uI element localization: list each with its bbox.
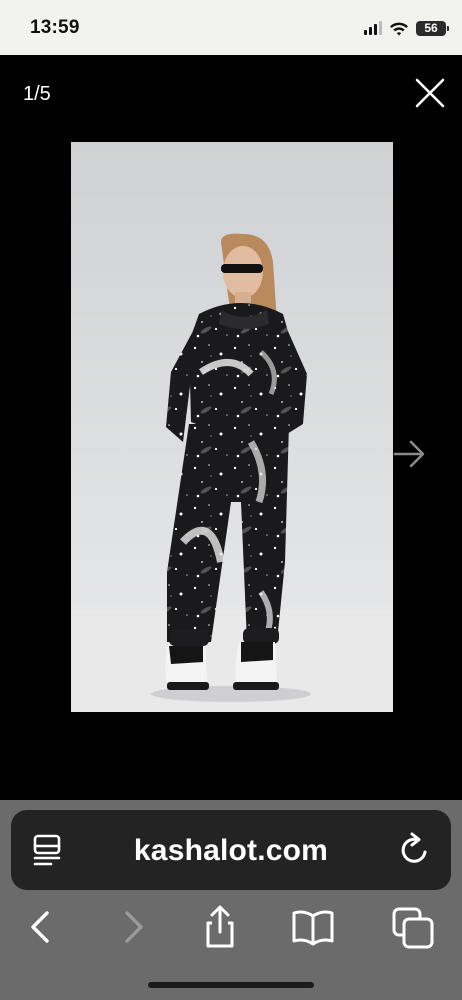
browser-toolbar bbox=[0, 900, 462, 952]
url-text[interactable]: kashalot.com bbox=[71, 834, 391, 868]
status-icons: 56 bbox=[364, 18, 449, 38]
product-photo[interactable] bbox=[71, 142, 393, 712]
image-counter: 1/5 bbox=[23, 83, 51, 105]
page-menu-icon[interactable] bbox=[29, 832, 65, 868]
arrow-right-icon[interactable] bbox=[392, 437, 426, 471]
home-indicator[interactable] bbox=[148, 982, 314, 988]
status-time: 13:59 bbox=[30, 17, 80, 38]
battery-icon: 56 bbox=[416, 20, 449, 36]
wifi-icon bbox=[390, 22, 408, 35]
address-bar[interactable]: kashalot.com bbox=[11, 810, 451, 890]
image-viewer: 1/5 bbox=[0, 55, 462, 800]
tabs-icon[interactable] bbox=[390, 904, 436, 950]
model-photo-illustration bbox=[71, 142, 393, 712]
status-bar: 13:59 56 bbox=[0, 0, 462, 55]
forward-chevron-icon[interactable] bbox=[110, 904, 156, 950]
share-icon[interactable] bbox=[197, 904, 243, 950]
book-icon[interactable] bbox=[290, 904, 336, 950]
cellular-signal-icon bbox=[364, 21, 382, 35]
browser-chrome: kashalot.com bbox=[0, 800, 462, 1000]
reload-icon[interactable] bbox=[395, 830, 435, 870]
back-chevron-icon[interactable] bbox=[18, 904, 64, 950]
close-icon[interactable] bbox=[412, 75, 448, 111]
